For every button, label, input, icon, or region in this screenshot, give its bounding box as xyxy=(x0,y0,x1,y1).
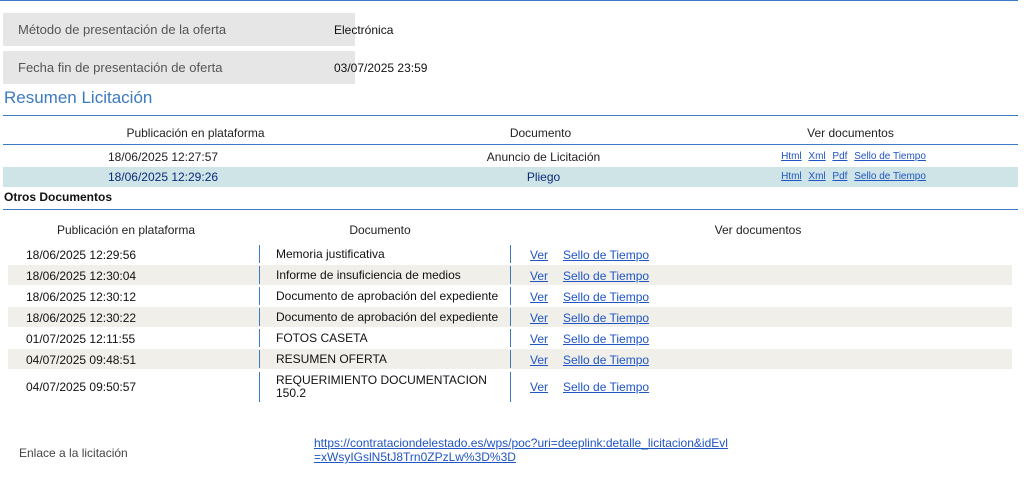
otros-row-date: 18/06/2025 12:30:12 xyxy=(26,290,137,304)
resumen-row-selected[interactable]: 18/06/2025 12:29:26 Pliego Html Xml Pdf … xyxy=(3,167,1018,187)
otros-row-doc: Informe de insuficiencia de medios xyxy=(276,268,461,282)
top-divider xyxy=(0,0,1018,1)
otros-top-rule xyxy=(3,209,1018,210)
enlace-url-link[interactable]: https://contrataciondelestado.es/wps/poc… xyxy=(314,436,734,464)
otros-row-date: 18/06/2025 12:30:22 xyxy=(26,311,137,325)
sello-de-tiempo-link[interactable]: Sello de Tiempo xyxy=(563,353,649,367)
html-link[interactable]: Html xyxy=(781,171,802,182)
otros-row-date: 18/06/2025 12:30:04 xyxy=(26,269,137,283)
column-separator xyxy=(259,308,260,326)
column-separator xyxy=(259,350,260,368)
otros-row: 18/06/2025 12:30:22 Documento de aprobac… xyxy=(8,307,1012,327)
xml-link[interactable]: Xml xyxy=(808,171,825,182)
html-link[interactable]: Html xyxy=(781,151,802,162)
sello-de-tiempo-link[interactable]: Sello de Tiempo xyxy=(563,311,649,325)
otros-header-publicacion: Publicación en plataforma xyxy=(56,223,196,237)
resumen-header-rule xyxy=(3,144,1018,145)
ver-link[interactable]: Ver xyxy=(530,311,548,325)
detail-label-fecha-fin: Fecha fin de presentación de oferta xyxy=(3,51,355,84)
ver-link[interactable]: Ver xyxy=(530,332,548,346)
otros-row: 18/06/2025 12:30:04 Informe de insuficie… xyxy=(8,265,1012,285)
otros-row-doc: FOTOS CASETA xyxy=(276,331,368,345)
otros-row: 01/07/2025 12:11:55 FOTOS CASETA Ver Sel… xyxy=(8,328,1012,348)
otros-row-doc: REQUERIMIENTO DOCUMENTACION 150.2 xyxy=(276,373,487,400)
resumen-row-date: 18/06/2025 12:29:26 xyxy=(107,170,219,184)
otros-row-doc: Documento de aprobación del expediente xyxy=(276,289,499,303)
column-separator xyxy=(259,287,260,305)
detail-label-metodo: Método de presentación de la oferta xyxy=(3,13,355,46)
column-separator xyxy=(510,372,511,402)
otros-row: 18/06/2025 12:29:56 Memoria justificativ… xyxy=(8,244,1012,264)
column-separator xyxy=(259,266,260,284)
ver-link[interactable]: Ver xyxy=(530,248,548,262)
section-title-otros: Otros Documentos xyxy=(4,190,113,204)
otros-header-documento: Documento xyxy=(349,223,411,237)
otros-row-doc: Documento de aprobación del expediente xyxy=(276,310,499,324)
otros-row-date: 04/07/2025 09:48:51 xyxy=(26,353,137,367)
otros-row-doc: Memoria justificativa xyxy=(276,247,385,261)
section-title-resumen: Resumen Licitación xyxy=(4,88,153,107)
resumen-top-rule xyxy=(3,115,1018,116)
ver-link[interactable]: Ver xyxy=(530,353,548,367)
resumen-row-doc: Pliego xyxy=(526,170,561,184)
sello-de-tiempo-link[interactable]: Sello de Tiempo xyxy=(854,151,926,162)
column-separator xyxy=(259,245,260,263)
detail-value-fecha-fin: 03/07/2025 23:59 xyxy=(334,61,428,75)
otros-row: 04/07/2025 09:50:57 REQUERIMIENTO DOCUME… xyxy=(8,371,1012,403)
column-separator xyxy=(510,245,511,263)
otros-row-date: 01/07/2025 12:11:55 xyxy=(26,332,136,346)
column-separator xyxy=(259,329,260,347)
resumen-row-doc: Anuncio de Licitación xyxy=(486,150,601,164)
enlace-label: Enlace a la licitación xyxy=(19,446,128,460)
sello-de-tiempo-link[interactable]: Sello de Tiempo xyxy=(563,269,649,283)
resumen-row: 18/06/2025 12:27:57 Anuncio de Licitació… xyxy=(3,147,1018,167)
pdf-link[interactable]: Pdf xyxy=(832,171,847,182)
detail-value-metodo: Electrónica xyxy=(334,23,394,37)
otros-row-date: 18/06/2025 12:29:56 xyxy=(26,248,137,262)
sello-de-tiempo-link[interactable]: Sello de Tiempo xyxy=(563,380,649,394)
resumen-header-documento: Documento xyxy=(509,126,572,140)
resumen-row-links: Html Xml Pdf Sello de Tiempo xyxy=(696,171,1011,182)
column-separator xyxy=(510,266,511,284)
resumen-header-ver: Ver documentos xyxy=(807,126,894,140)
xml-link[interactable]: Xml xyxy=(808,151,825,162)
sello-de-tiempo-link[interactable]: Sello de Tiempo xyxy=(854,171,926,182)
ver-link[interactable]: Ver xyxy=(530,269,548,283)
resumen-row-links: Html Xml Pdf Sello de Tiempo xyxy=(696,151,1011,162)
otros-row-doc: RESUMEN OFERTA xyxy=(276,352,387,366)
pdf-link[interactable]: Pdf xyxy=(832,151,847,162)
column-separator xyxy=(510,329,511,347)
column-separator xyxy=(259,372,260,402)
resumen-row-date: 18/06/2025 12:27:57 xyxy=(107,150,219,164)
sello-de-tiempo-link[interactable]: Sello de Tiempo xyxy=(563,332,649,346)
column-separator xyxy=(510,350,511,368)
resumen-header-publicacion: Publicación en plataforma xyxy=(126,126,265,140)
ver-link[interactable]: Ver xyxy=(530,290,548,304)
otros-header-ver: Ver documentos xyxy=(714,223,802,237)
column-separator xyxy=(510,287,511,305)
sello-de-tiempo-link[interactable]: Sello de Tiempo xyxy=(563,290,649,304)
otros-row-date: 04/07/2025 09:50:57 xyxy=(26,380,137,394)
otros-row: 18/06/2025 12:30:12 Documento de aprobac… xyxy=(8,286,1012,306)
sello-de-tiempo-link[interactable]: Sello de Tiempo xyxy=(563,248,649,262)
otros-row: 04/07/2025 09:48:51 RESUMEN OFERTA Ver S… xyxy=(8,349,1012,369)
ver-link[interactable]: Ver xyxy=(530,380,548,394)
column-separator xyxy=(510,308,511,326)
